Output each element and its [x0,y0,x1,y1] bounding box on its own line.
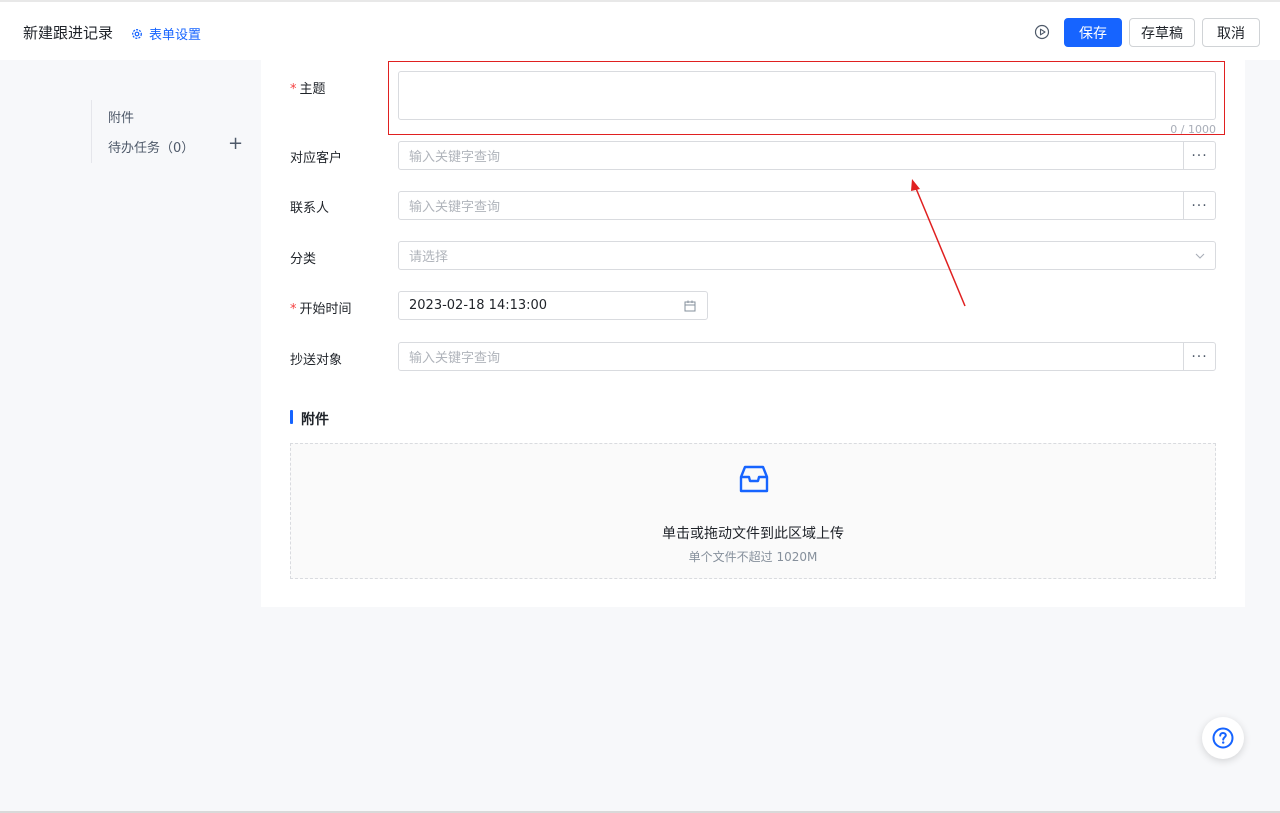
cc-input[interactable]: 输入关键字查询 [398,342,1184,371]
form-settings-label: 表单设置 [149,28,202,43]
contact-input[interactable]: 输入关键字查询 [398,191,1184,220]
cc-more-button[interactable]: ··· [1183,342,1216,371]
category-placeholder: 请选择 [409,250,449,265]
category-label: 分类 [290,252,317,267]
upload-instruction: 单击或拖动文件到此区域上传 [662,526,844,542]
add-todo-icon[interactable]: + [228,135,243,153]
help-button[interactable] [1202,717,1244,759]
start-time-value: 2023-02-18 14:13:00 [409,298,548,313]
form-settings-link[interactable]: 表单设置 [131,24,201,43]
start-time-picker[interactable]: 2023-02-18 14:13:00 [398,291,708,320]
contact-label: 联系人 [290,201,330,216]
subject-char-counter: 0 / 1000 [1170,123,1216,136]
gear-icon [132,28,142,39]
section-nav: 附件 待办任务（0） [91,100,194,163]
upload-size-hint: 单个文件不超过 1020M [688,550,818,564]
calendar-icon [684,300,696,312]
start-time-label: * 开始时间 [290,302,352,317]
subject-textarea[interactable] [398,71,1216,120]
question-icon [1212,727,1234,749]
contact-more-button[interactable]: ··· [1183,191,1216,220]
category-select[interactable]: 请选择 [398,241,1216,270]
customer-input[interactable]: 输入关键字查询 [398,141,1184,170]
customer-label: 对应客户 [290,151,343,166]
page-title: 新建跟进记录 [23,24,114,42]
required-mark: * [290,302,297,317]
inbox-icon [739,465,769,493]
required-mark: * [290,82,297,97]
nav-item-attachments[interactable]: 附件 [108,107,134,126]
play-icon[interactable] [1034,24,1050,40]
top-toolbar: 新建跟进记录 表单设置 保存 存草稿 取消 [0,0,1280,60]
customer-more-button[interactable]: ··· [1183,141,1216,170]
cc-label: 抄送对象 [290,353,343,368]
save-button[interactable]: 保存 [1064,18,1122,47]
upload-dropzone[interactable]: 单击或拖动文件到此区域上传 单个文件不超过 1020M [290,443,1216,579]
subject-label: * 主题 [290,82,326,97]
section-accent-bar [290,410,293,424]
nav-item-todo-tasks[interactable]: 待办任务（0） [108,137,194,156]
cancel-button[interactable]: 取消 [1202,18,1260,47]
chevron-down-icon [1195,253,1205,259]
save-draft-button[interactable]: 存草稿 [1129,18,1195,47]
attachments-section-title: 附件 [301,412,329,428]
